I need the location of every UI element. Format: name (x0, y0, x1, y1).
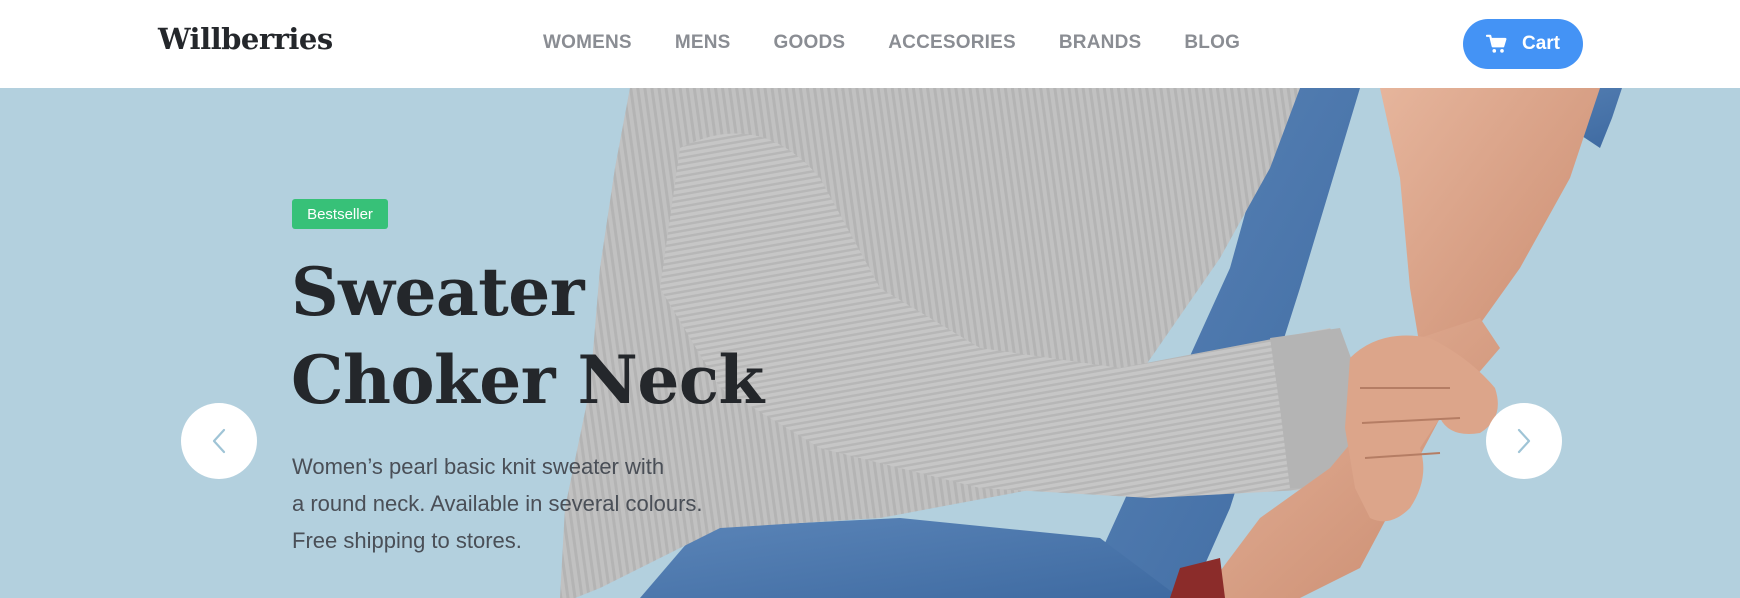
slider-next-button[interactable] (1486, 403, 1562, 479)
title-line-2: Choker Neck (291, 341, 764, 419)
hero-slider: Bestseller Sweater Choker Neck Women’s p… (0, 88, 1740, 598)
desc-line-2: a round neck. Available in several colou… (292, 491, 703, 516)
title-line-1: Sweater (291, 253, 584, 331)
cart-button[interactable]: Cart (1463, 19, 1583, 69)
nav-item-accesories[interactable]: ACCESORIES (888, 32, 1016, 54)
slider-prev-button[interactable] (181, 403, 257, 479)
product-title: Sweater Choker Neck (291, 248, 811, 424)
nav-item-mens[interactable]: MENS (675, 32, 731, 54)
desc-line-1: Women’s pearl basic knit sweater with (292, 454, 665, 479)
bestseller-badge: Bestseller (292, 199, 388, 229)
nav-item-blog[interactable]: BLOG (1184, 32, 1240, 54)
logo[interactable]: Willberries (158, 22, 333, 56)
main-nav: WOMENS MENS GOODS ACCESORIES BRANDS BLOG (543, 32, 1283, 54)
chevron-left-icon (212, 428, 226, 454)
nav-item-brands[interactable]: BRANDS (1059, 32, 1141, 54)
desc-line-3: Free shipping to stores. (292, 528, 522, 553)
hero-image (560, 88, 1622, 598)
chevron-right-icon (1517, 428, 1531, 454)
nav-item-womens[interactable]: WOMENS (543, 32, 632, 54)
nav-item-goods[interactable]: GOODS (774, 32, 846, 54)
cart-label: Cart (1521, 33, 1560, 54)
site-header: Willberries WOMENS MENS GOODS ACCESORIES… (0, 0, 1740, 88)
cart-icon (1485, 34, 1507, 53)
product-description: Women’s pearl basic knit sweater with a … (292, 448, 722, 559)
